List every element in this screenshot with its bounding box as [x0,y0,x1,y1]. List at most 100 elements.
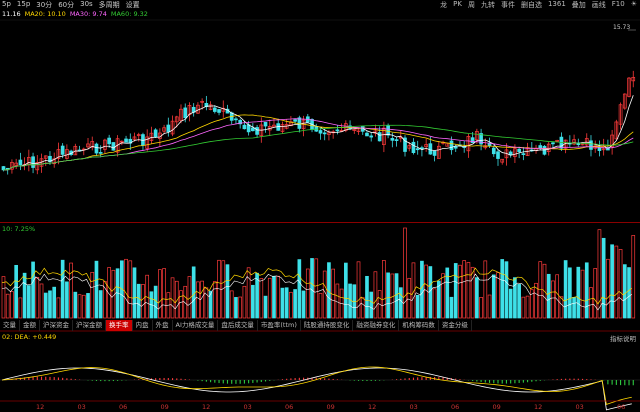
volume-bar [234,297,238,319]
volume-bar [500,259,505,319]
volume-bar [81,294,86,319]
ma5-line [3,95,634,171]
indicator-help-link[interactable]: 指标说明 [610,333,636,343]
candle-body [322,132,327,135]
indicator-tab[interactable]: 陆股通持股变化 [301,320,354,331]
indicator-tab[interactable]: AI力格成交量 [173,320,219,331]
volume-bar [563,260,568,319]
volume-bar [449,296,454,319]
volume-bar [318,292,323,319]
candle-body [491,147,496,155]
volume-bar [289,291,293,319]
candle-body [31,156,35,168]
time-tick: 12 [534,403,543,411]
time-tick: 06 [285,403,294,411]
indicator-tab[interactable]: 盘后成交量 [218,320,258,331]
volume-bar [589,287,593,319]
volume-bar [158,269,162,319]
volume-bar [618,249,623,319]
volume-bar [432,288,437,319]
volume-bar [398,287,403,319]
stock-chart[interactable] [0,0,640,412]
volume-bar [441,273,445,319]
volume-bar [65,281,69,319]
volume-bar [559,296,564,319]
volume-bar [5,293,10,319]
indicator-tab[interactable]: 机构筹码数 [399,320,439,331]
time-tick: 12 [36,403,45,411]
volume-bar [360,297,365,319]
indicator-tab[interactable]: 换手率 [106,320,133,331]
volume-bar [382,260,386,319]
volume-bar [627,267,631,319]
volume-bar [191,266,196,319]
indicator-tabs: 交量 金额 沪深资金 沪深金额 换手率 内盘 外盘 AI力格成交量 盘后成交量 市盈率(ttm) 陆… [0,320,472,331]
time-tick: 12 [202,403,211,411]
volume-label: 10: 7.25% [2,225,36,233]
volume-bar [445,267,450,319]
volume-bar [373,271,378,319]
volume-bar [251,284,255,319]
volume-bar [483,260,488,319]
indicator-tab[interactable]: 沪深金额 [73,320,106,331]
candle-body [166,124,171,132]
volume-bar [386,272,390,319]
volume-bar [69,262,73,319]
volume-bar [314,258,319,319]
volume-bar [369,291,374,319]
volume-bar [407,277,412,319]
indicator-tab[interactable]: 资金分级 [439,320,472,331]
volume-bar [322,270,327,319]
volume-bar [94,260,99,319]
candle-body [1,166,6,171]
time-tick: 03 [575,403,584,411]
volume-bar [593,268,598,319]
volume-bar [90,271,95,319]
time-axis: 12 03 06 09 12 03 06 09 12 03 06 09 12 03 06 [0,402,640,412]
volume-bar [225,264,230,319]
volume-bar [580,269,585,319]
volume-bar [229,290,234,319]
indicator-tab[interactable]: 交量 [0,320,20,331]
candle-body [255,127,259,135]
time-tick: 03 [409,403,418,411]
candle-body [390,138,395,141]
volume-bar [39,283,44,319]
indicator-tab[interactable]: 融资融券变化 [353,320,400,331]
candle-body [496,151,500,159]
candle-body [394,139,399,141]
volume-bar [551,280,555,319]
candle-body [94,143,99,154]
indicator-tab[interactable]: 内盘 [133,320,153,331]
time-tick: 03 [243,403,252,411]
volume-bar [204,287,209,319]
candle-body [428,143,433,155]
volume-bar [403,227,407,319]
volume-bar [14,264,18,319]
indicator-tab[interactable]: 市盈率(ttm) [258,320,301,331]
volume-bar [479,297,483,319]
volume-bar [238,296,243,319]
volume-bar [601,237,606,319]
candle-body [212,107,217,112]
candle-body [415,148,420,151]
volume-bar [86,293,90,319]
candle-body [386,125,390,136]
volume-bar [555,274,560,319]
candle-body [183,107,188,119]
indicator-tab[interactable]: 沪深资金 [40,320,73,331]
volume-bar [170,277,175,319]
candle-body [551,142,555,145]
time-tick: 12 [368,403,377,411]
volume-bar [606,258,610,319]
volume-bar [597,229,602,319]
volume-bar [263,295,268,319]
volume-bar [458,264,462,319]
volume-bar [335,283,340,319]
indicator-tab[interactable]: 外盘 [153,320,173,331]
volume-bar [453,263,458,319]
candle-body [234,118,238,121]
indicator-tab[interactable]: 金额 [20,320,40,331]
time-tick: 06 [451,403,460,411]
time-tick: 06 [617,403,626,411]
